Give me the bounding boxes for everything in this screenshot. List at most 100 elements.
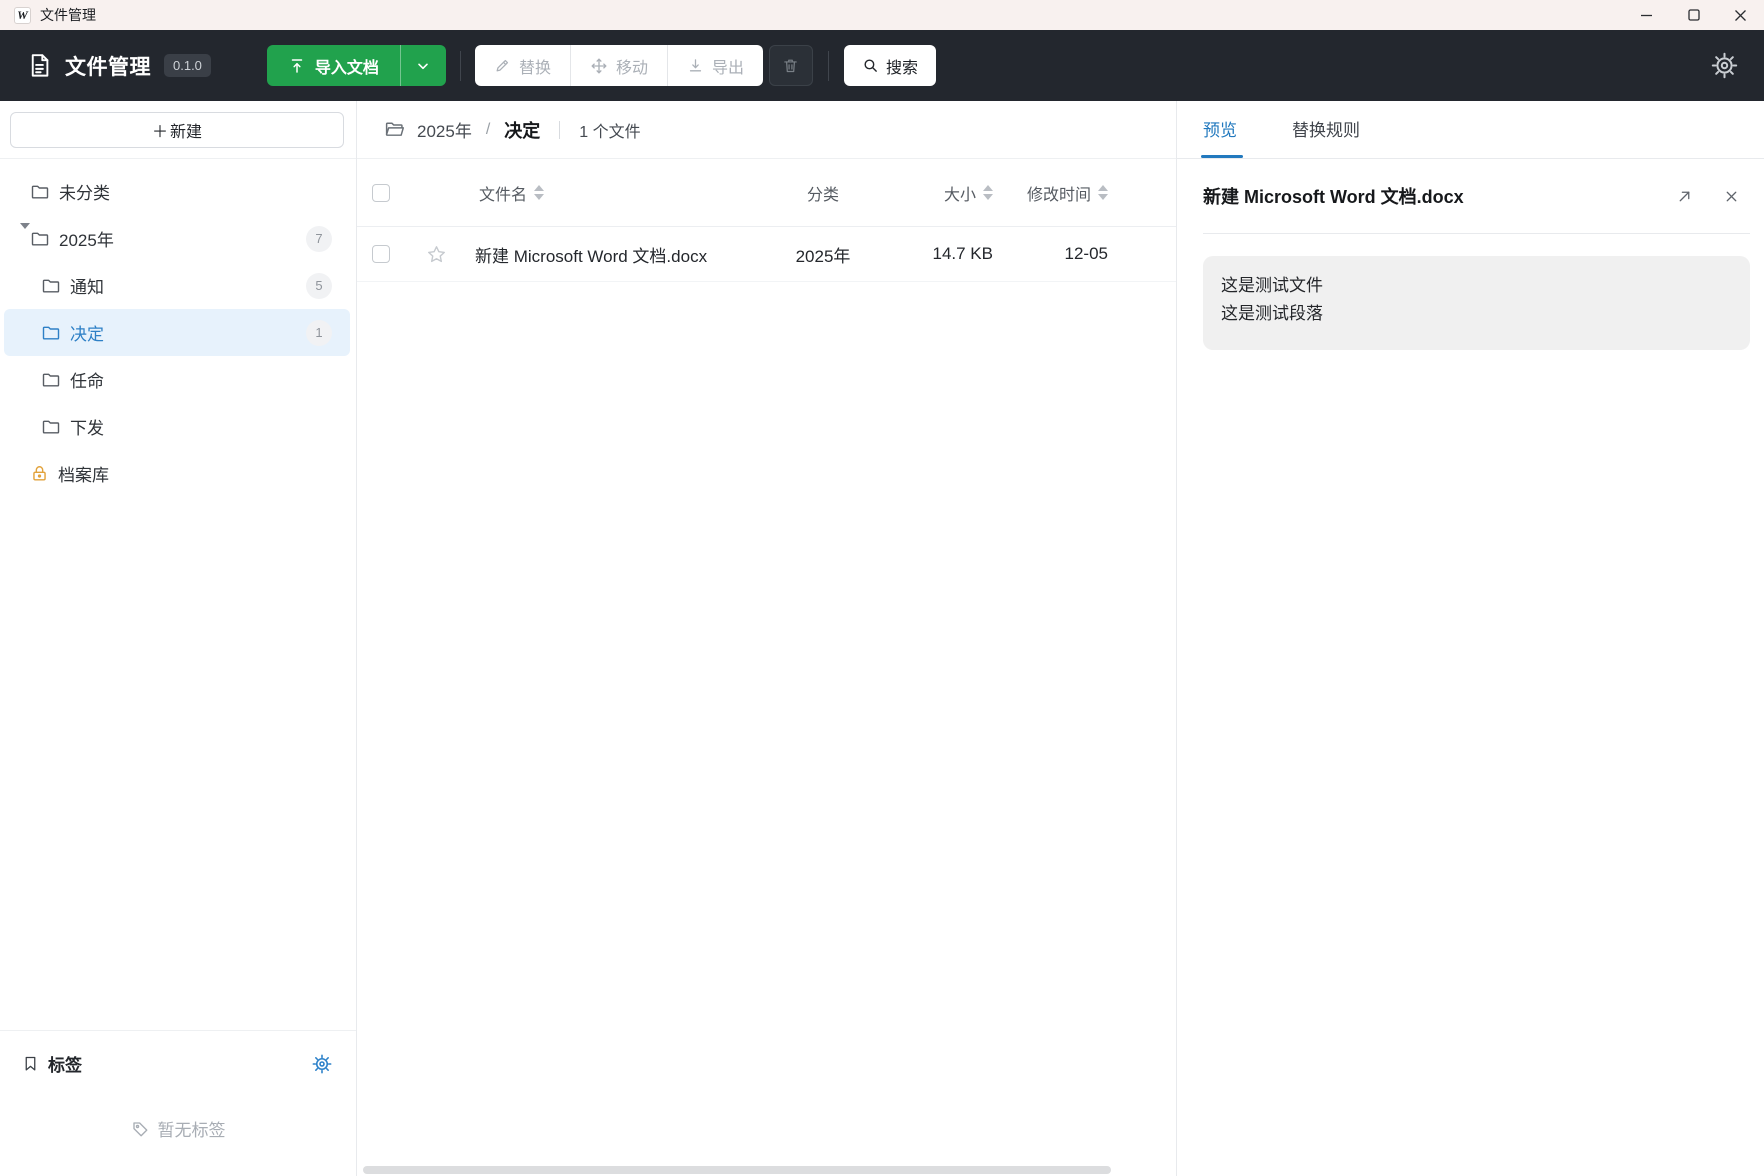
empty-tags-label: 暂无标签 [157, 1121, 226, 1140]
move-label: 移动 [615, 59, 648, 77]
export-button[interactable]: 导出 [668, 45, 763, 86]
sidebar-item-notice[interactable]: 通知 5 [4, 262, 350, 309]
toolbar-divider [459, 50, 461, 81]
delete-button[interactable] [768, 45, 813, 86]
column-header-modified: 修改时间 [1026, 186, 1091, 204]
import-split-button: 导入文档 [266, 45, 446, 86]
folder-icon [41, 370, 61, 390]
tree-item-label: 2025年 [59, 231, 114, 250]
app-logo-icon [26, 52, 53, 79]
folder-icon [30, 229, 50, 249]
file-name[interactable]: 新建 Microsoft Word 文档.docx [475, 242, 763, 267]
gear-icon [1711, 52, 1738, 79]
download-icon [687, 57, 704, 74]
sidebar: ＋ 新建 未分类 2025年 7 通知 5 决定 1 任命 下发 档案库 标签 … [0, 101, 357, 1176]
folder-icon [41, 276, 61, 296]
lock-icon [30, 464, 49, 483]
file-modified: 12-05 [1064, 244, 1108, 263]
import-document-button[interactable]: 导入文档 [266, 45, 400, 86]
tags-settings-button[interactable] [312, 1054, 332, 1074]
file-list-area: 2025年 / 决定 1 个文件 文件名 分类 大小 修改时间 新建 Micro… [357, 101, 1176, 1176]
folder-icon [41, 417, 61, 437]
close-button[interactable] [1717, 0, 1764, 30]
plus-icon: ＋ [151, 124, 168, 141]
open-external-button[interactable] [1676, 188, 1693, 205]
maximize-button[interactable] [1670, 0, 1717, 30]
window-app-icon: W [14, 6, 31, 24]
preview-title-row: 新建 Microsoft Word 文档.docx [1203, 159, 1750, 234]
export-label: 导出 [711, 59, 744, 77]
new-folder-button[interactable]: ＋ 新建 [10, 112, 344, 148]
column-header-category: 分类 [806, 186, 839, 204]
preview-panel: 预览 替换规则 新建 Microsoft Word 文档.docx 这是测试文件 [1176, 101, 1764, 1176]
tags-title: 标签 [48, 1056, 82, 1075]
file-category: 2025年 [795, 246, 851, 266]
pencil-icon [494, 57, 511, 74]
upload-icon [288, 57, 306, 75]
settings-button[interactable] [1711, 52, 1738, 79]
document-preview-content: 这是测试文件 这是测试段落 [1203, 256, 1750, 350]
import-dropdown-button[interactable] [399, 45, 446, 86]
folder-open-icon [384, 119, 405, 140]
import-document-label: 导入文档 [314, 59, 379, 77]
search-icon [862, 57, 879, 74]
search-button[interactable]: 搜索 [843, 45, 936, 86]
tree-item-label: 任命 [70, 372, 104, 391]
caret-down-icon[interactable] [20, 222, 30, 248]
trash-icon [782, 57, 799, 74]
replace-button[interactable]: 替换 [475, 45, 571, 86]
breadcrumb-current: 决定 [504, 120, 541, 141]
select-all-checkbox[interactable] [372, 183, 390, 202]
sidebar-item-uncategorized[interactable]: 未分类 [4, 168, 350, 215]
chevron-down-icon [415, 58, 431, 74]
preview-line: 这是测试文件 [1221, 276, 1323, 295]
empty-tags-message: 暂无标签 [0, 1116, 356, 1141]
preview-file-title: 新建 Microsoft Word 文档.docx [1203, 187, 1464, 207]
tree-item-label: 决定 [70, 325, 104, 344]
bookmark-icon [22, 1055, 39, 1072]
sort-arrows[interactable] [983, 185, 993, 200]
minimize-button[interactable] [1623, 0, 1670, 30]
file-actions-group: 替换 移动 导出 [474, 45, 763, 86]
folder-icon [41, 323, 61, 343]
replace-label: 替换 [518, 59, 551, 77]
column-header-size: 大小 [943, 186, 976, 204]
sidebar-item-archive[interactable]: 档案库 [4, 450, 350, 497]
file-count: 1 个文件 [579, 123, 641, 141]
sort-arrows[interactable] [1098, 185, 1108, 200]
breadcrumb-divider [559, 120, 561, 139]
app-toolbar: 文件管理 0.1.0 导入文档 替换 移动 导出 搜索 [0, 30, 1764, 101]
tree-item-label: 下发 [70, 419, 104, 438]
close-preview-button[interactable] [1723, 188, 1740, 205]
search-label: 搜索 [885, 59, 918, 77]
app-name: 文件管理 [65, 55, 151, 79]
count-badge: 5 [306, 272, 332, 299]
app-brand: 文件管理 0.1.0 [26, 51, 211, 81]
sidebar-item-appointment[interactable]: 任命 [4, 356, 350, 403]
breadcrumb-separator: / [485, 120, 491, 138]
window-titlebar: W 文件管理 [0, 0, 1764, 30]
tree-item-label: 通知 [70, 278, 104, 297]
new-label: 新建 [170, 124, 203, 141]
tab-preview[interactable]: 预览 [1201, 116, 1243, 158]
breadcrumb: 2025年 / 决定 1 个文件 [357, 101, 1176, 159]
move-icon [590, 57, 608, 75]
table-row[interactable]: 新建 Microsoft Word 文档.docx 2025年 14.7 KB … [357, 227, 1176, 282]
count-badge: 1 [306, 319, 332, 346]
star-icon[interactable] [426, 244, 447, 265]
tree-item-label: 档案库 [58, 466, 109, 485]
sidebar-item-2025[interactable]: 2025年 7 [4, 215, 350, 262]
tab-replace-rules[interactable]: 替换规则 [1292, 116, 1360, 158]
toolbar-divider [827, 50, 829, 81]
panel-tabs: 预览 替换规则 [1177, 101, 1764, 159]
version-badge: 0.1.0 [164, 54, 211, 77]
row-checkbox[interactable] [372, 245, 390, 263]
sidebar-item-decision[interactable]: 决定 1 [4, 309, 350, 356]
breadcrumb-parent[interactable]: 2025年 [417, 117, 472, 142]
sidebar-item-dispatch[interactable]: 下发 [4, 403, 350, 450]
sort-arrows[interactable] [534, 185, 545, 200]
tree-item-label: 未分类 [59, 184, 110, 203]
horizontal-scrollbar-thumb[interactable] [363, 1166, 1111, 1174]
move-button[interactable]: 移动 [571, 45, 668, 86]
count-badge: 7 [306, 225, 332, 252]
